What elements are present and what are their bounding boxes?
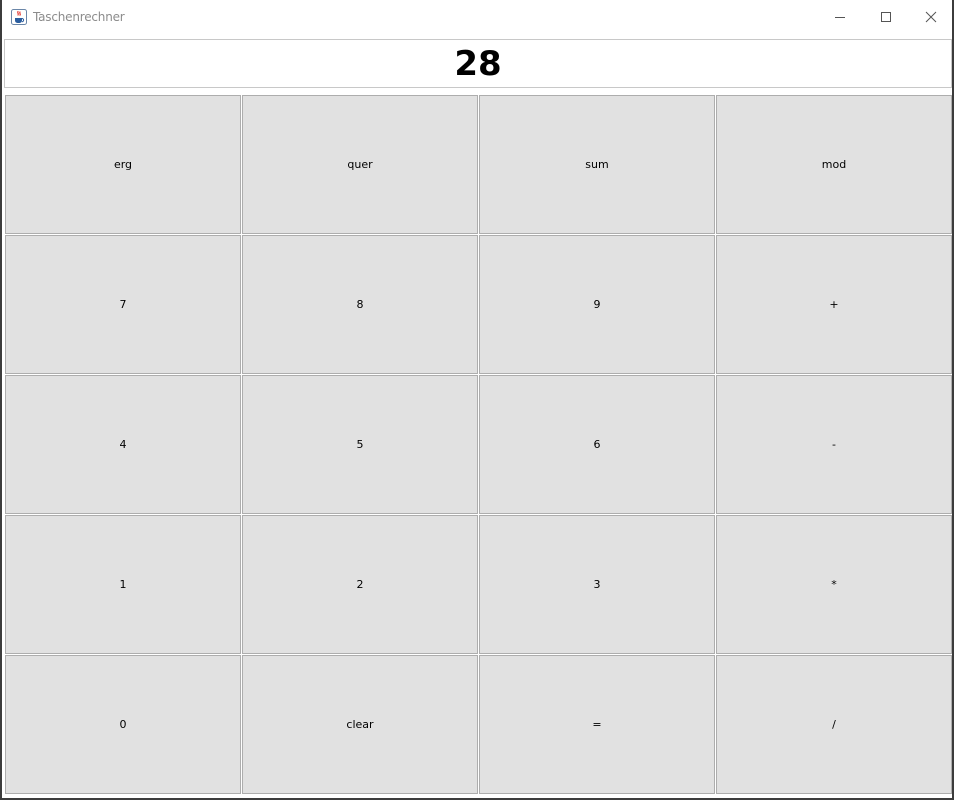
key-plus-button[interactable]: + — [716, 235, 952, 374]
key-2-button[interactable]: 2 — [242, 515, 478, 654]
title-bar[interactable]: Taschenrechner — [2, 0, 952, 36]
key-0-button[interactable]: 0 — [5, 655, 241, 794]
key-4-button[interactable]: 4 — [5, 375, 241, 514]
key-9-button[interactable]: 9 — [479, 235, 715, 374]
key-sum-button[interactable]: sum — [479, 95, 715, 234]
key-1-button[interactable]: 1 — [5, 515, 241, 654]
minimize-button[interactable] — [817, 0, 863, 34]
keypad: erg quer sum mod 7 8 9 +4 5 6- 1 2 3 * 0 clear = / — [5, 95, 953, 795]
display-value: 28 — [454, 44, 502, 84]
key-5-button[interactable]: 5 — [242, 375, 478, 514]
key-8-button[interactable]: 8 — [242, 235, 478, 374]
key-clear-button[interactable]: clear — [242, 655, 478, 794]
close-button[interactable] — [908, 0, 954, 34]
key-6-button[interactable]: 6 — [479, 375, 715, 514]
key-divide-button[interactable]: / — [716, 655, 952, 794]
key-multiply-button[interactable]: * — [716, 515, 952, 654]
maximize-button[interactable] — [863, 0, 909, 34]
close-icon — [925, 11, 937, 23]
key-quer-button[interactable]: quer — [242, 95, 478, 234]
calculator-window: Taschenrechner 28 erg quer sum mod 7 8 9 +4 5 6- 1… — [0, 0, 954, 800]
minimize-icon — [834, 11, 846, 23]
key-erg-button[interactable]: erg — [5, 95, 241, 234]
result-display: 28 — [4, 39, 952, 88]
java-coffee-cup-icon — [11, 9, 27, 25]
maximize-icon — [880, 11, 892, 23]
window-title: Taschenrechner — [33, 10, 125, 24]
key-equals-button[interactable]: = — [479, 655, 715, 794]
key-minus-button[interactable]: - — [716, 375, 952, 514]
key-mod-button[interactable]: mod — [716, 95, 952, 234]
key-3-button[interactable]: 3 — [479, 515, 715, 654]
key-7-button[interactable]: 7 — [5, 235, 241, 374]
